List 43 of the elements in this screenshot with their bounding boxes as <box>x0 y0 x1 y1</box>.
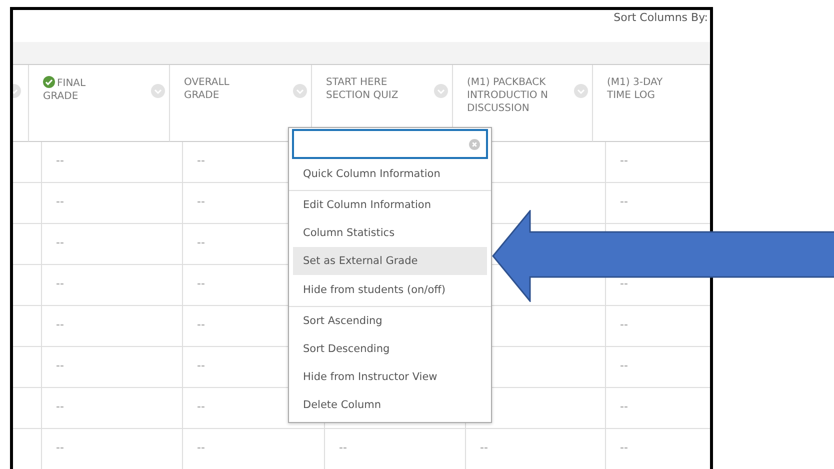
menu-item[interactable]: Quick Column Information <box>289 159 491 191</box>
column-header[interactable] <box>13 65 29 142</box>
menu-item[interactable]: Set as External Grade <box>293 247 487 275</box>
table-cell: -- <box>606 183 710 224</box>
chevron-down-icon[interactable] <box>293 84 307 98</box>
table-cell: -- <box>606 306 710 347</box>
table-cell: -- <box>42 224 183 265</box>
table-cell: -- <box>42 306 183 347</box>
chevron-down-icon[interactable] <box>434 84 448 98</box>
table-cell: -- <box>42 388 183 429</box>
chevron-down-icon[interactable] <box>151 84 165 98</box>
table-cell: -- <box>466 429 606 469</box>
table-cell: -- <box>42 347 183 388</box>
table-cell <box>13 183 42 224</box>
column-title: (M1) 3-DAY TIME LOG <box>607 76 664 102</box>
arrow-icon <box>492 210 834 302</box>
search-field[interactable] <box>292 129 488 159</box>
table-cell: -- <box>42 142 183 183</box>
column-title: START HERE SECTION QUIZ <box>326 76 400 102</box>
table-cell: -- <box>606 142 710 183</box>
table-cell: -- <box>42 429 183 469</box>
table-cell: -- <box>325 429 466 469</box>
table-cell <box>13 224 42 265</box>
chevron-down-icon[interactable] <box>574 84 588 98</box>
table-cell: -- <box>606 388 710 429</box>
table-cell <box>13 265 42 306</box>
table-cell: -- <box>183 429 325 469</box>
menu-item[interactable]: Hide from students (on/off) <box>289 275 491 307</box>
table-cell <box>13 142 42 183</box>
column-header[interactable]: FINAL GRADE <box>29 65 170 142</box>
table-cell: -- <box>42 183 183 224</box>
sort-columns-label: Sort Columns By: <box>614 11 709 24</box>
column-header[interactable]: (M1) 3-DAY TIME LOG <box>593 65 710 142</box>
table-cell: -- <box>606 347 710 388</box>
clear-icon[interactable] <box>469 138 480 150</box>
table-cell <box>13 347 42 388</box>
column-title: FINAL GRADE <box>43 76 87 103</box>
table-cell: -- <box>606 429 710 469</box>
column-title: OVERALL GRADE <box>184 76 230 102</box>
column-title: (M1) PACKBACK INTRODUCTIO N DISCUSSION <box>467 76 549 115</box>
table-cell <box>13 388 42 429</box>
table-cell <box>13 306 42 347</box>
table-cell: -- <box>42 265 183 306</box>
